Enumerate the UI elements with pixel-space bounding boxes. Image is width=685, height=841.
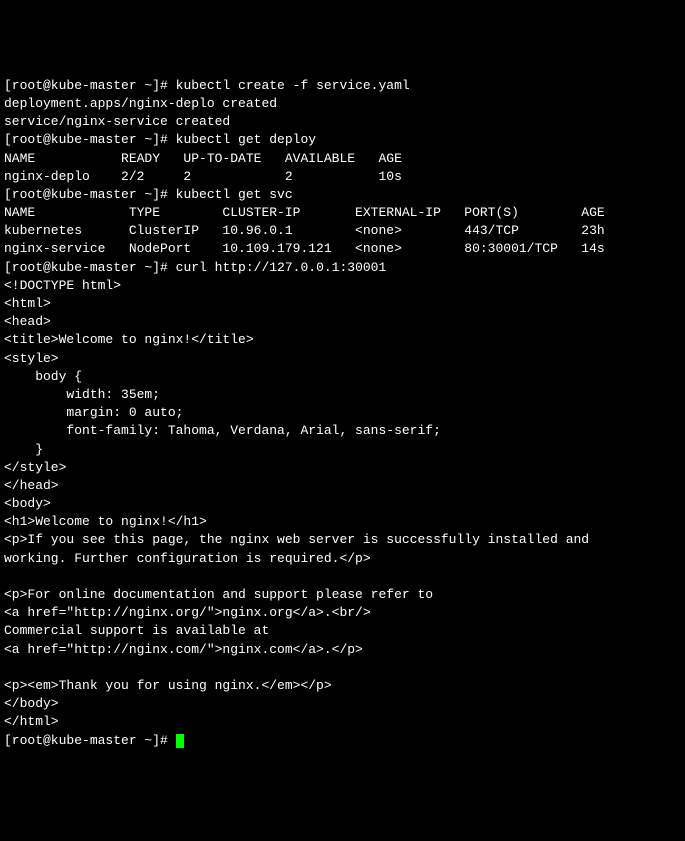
html-output: }: [4, 442, 43, 457]
prompt-line-4: [root@kube-master ~]# curl http://127.0.…: [4, 260, 386, 275]
prompt-line-1: [root@kube-master ~]# kubectl create -f …: [4, 78, 410, 93]
html-output: </head>: [4, 478, 59, 493]
html-output: </html>: [4, 714, 59, 729]
html-output: <!DOCTYPE html>: [4, 278, 121, 293]
html-output: body {: [4, 369, 82, 384]
command: kubectl get deploy: [176, 132, 316, 147]
html-output: <h1>Welcome to nginx!</h1>: [4, 514, 207, 529]
command: kubectl get svc: [176, 187, 293, 202]
html-output: <a href="http://nginx.com/">nginx.com</a…: [4, 642, 363, 657]
html-output: <html>: [4, 296, 51, 311]
deploy-row: nginx-deplo 2/2 2 2 10s: [4, 169, 402, 184]
html-output: </style>: [4, 460, 66, 475]
terminal[interactable]: [root@kube-master ~]# kubectl create -f …: [4, 77, 681, 750]
html-output: Commercial support is available at: [4, 623, 269, 638]
html-output: <p><em>Thank you for using nginx.</em></…: [4, 678, 332, 693]
html-output: font-family: Tahoma, Verdana, Arial, san…: [4, 423, 441, 438]
html-output: <head>: [4, 314, 51, 329]
output-line: deployment.apps/nginx-deplo created: [4, 96, 277, 111]
html-output: width: 35em;: [4, 387, 160, 402]
svc-row: nginx-service NodePort 10.109.179.121 <n…: [4, 241, 605, 256]
html-output: <p>If you see this page, the nginx web s…: [4, 532, 589, 547]
prompt: [root@kube-master ~]#: [4, 733, 176, 748]
html-output: <p>For online documentation and support …: [4, 587, 433, 602]
html-output: <body>: [4, 496, 51, 511]
deploy-header: NAME READY UP-TO-DATE AVAILABLE AGE: [4, 151, 402, 166]
html-output: </body>: [4, 696, 59, 711]
output-line: service/nginx-service created: [4, 114, 230, 129]
prompt-line-5: [root@kube-master ~]#: [4, 733, 184, 748]
html-output: working. Further configuration is requir…: [4, 551, 371, 566]
prompt: [root@kube-master ~]#: [4, 78, 176, 93]
html-output: <title>Welcome to nginx!</title>: [4, 332, 254, 347]
svc-row: kubernetes ClusterIP 10.96.0.1 <none> 44…: [4, 223, 605, 238]
prompt: [root@kube-master ~]#: [4, 260, 176, 275]
prompt-line-2: [root@kube-master ~]# kubectl get deploy: [4, 132, 316, 147]
html-output: <a href="http://nginx.org/">nginx.org</a…: [4, 605, 371, 620]
cursor-icon: [176, 734, 184, 748]
html-output: <style>: [4, 351, 59, 366]
prompt: [root@kube-master ~]#: [4, 187, 176, 202]
svc-header: NAME TYPE CLUSTER-IP EXTERNAL-IP PORT(S)…: [4, 205, 605, 220]
html-output: margin: 0 auto;: [4, 405, 183, 420]
prompt: [root@kube-master ~]#: [4, 132, 176, 147]
prompt-line-3: [root@kube-master ~]# kubectl get svc: [4, 187, 293, 202]
command: kubectl create -f service.yaml: [176, 78, 410, 93]
command: curl http://127.0.0.1:30001: [176, 260, 387, 275]
